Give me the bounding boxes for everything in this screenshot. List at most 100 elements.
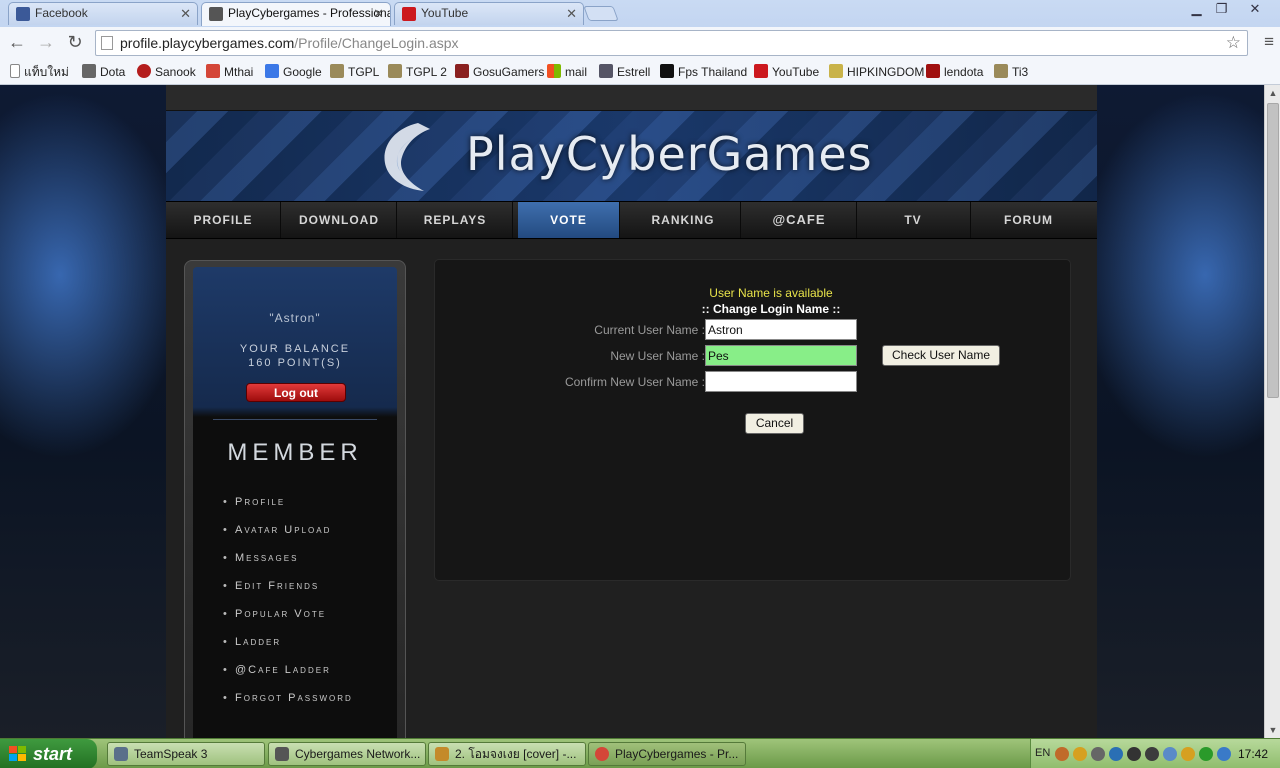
document-icon — [435, 747, 449, 761]
hipkingdom-icon — [829, 64, 843, 78]
task-playcybergames[interactable]: PlayCybergames - Pr... — [588, 742, 746, 766]
bookmark-hipkingdom[interactable]: HIPKINGDOM — [829, 63, 924, 81]
tray-app-icon[interactable] — [1073, 747, 1087, 761]
bookmark-youtube[interactable]: YouTube — [754, 63, 819, 81]
close-icon[interactable]: ✕ — [566, 3, 577, 24]
reload-icon[interactable]: ↻ — [63, 31, 87, 55]
bookmark-google[interactable]: Google — [265, 63, 322, 81]
new-username-label: New User Name : — [610, 349, 705, 363]
scroll-down-icon[interactable]: ▼ — [1265, 722, 1280, 738]
nav-ranking[interactable]: RANKING — [626, 202, 741, 238]
task-cover[interactable]: 2. โอมจงเงย [cover] -... — [428, 742, 586, 766]
start-label: start — [33, 744, 73, 764]
sidebar-item-avatar-upload[interactable]: Avatar Upload — [223, 523, 393, 551]
sidebar-section-title: MEMBER — [227, 439, 363, 466]
tray-update-icon[interactable] — [1217, 747, 1231, 761]
tgpl-icon — [388, 64, 402, 78]
close-icon[interactable]: ✕ — [180, 3, 191, 24]
nav-tv[interactable]: TV — [856, 202, 971, 238]
forward-icon[interactable]: → — [34, 31, 58, 55]
nav-download[interactable]: DOWNLOAD — [282, 202, 397, 238]
bookmark-mthai[interactable]: Mthai — [206, 63, 253, 81]
sidebar-item-ladder[interactable]: Ladder — [223, 635, 393, 663]
tray-info-icon[interactable] — [1199, 747, 1213, 761]
bookmark-dota[interactable]: Dota — [82, 63, 125, 81]
nav-cafe[interactable]: @CAFE — [742, 202, 857, 238]
start-button[interactable]: start — [0, 739, 97, 768]
site-container: PlayCyberGames PROFILE DOWNLOAD REPLAYS … — [166, 85, 1097, 738]
tray-app2-icon[interactable] — [1181, 747, 1195, 761]
scroll-up-icon[interactable]: ▲ — [1265, 85, 1280, 101]
facebook-icon — [16, 7, 30, 21]
fps-icon — [660, 64, 674, 78]
sidebar-item-popular-vote[interactable]: Popular Vote — [223, 607, 393, 635]
bookmark-lendota[interactable]: lendota — [926, 63, 983, 81]
tray-steam-icon[interactable] — [1127, 747, 1141, 761]
youtube-icon — [754, 64, 768, 78]
google-icon — [265, 64, 279, 78]
check-username-button[interactable]: Check User Name — [882, 345, 1000, 366]
logout-button[interactable]: Log out — [246, 383, 346, 402]
address-bar[interactable]: profile.playcybergames.com/Profile/Chang… — [95, 30, 1248, 56]
tray-monitor-icon[interactable] — [1163, 747, 1177, 761]
nav-forum[interactable]: FORUM — [971, 202, 1086, 238]
page-icon — [10, 64, 20, 78]
tab-playcybergames[interactable]: PlayCybergames - Professional ✕ — [201, 2, 391, 26]
tray-network-icon[interactable] — [1109, 747, 1123, 761]
current-username-field[interactable] — [705, 319, 857, 340]
bookmark-new-tab[interactable]: แท็บใหม่ — [10, 63, 69, 81]
taskbar: start TeamSpeak 3 Cybergames Network... … — [0, 738, 1280, 768]
bookmark-gosugamers[interactable]: GosuGamers — [455, 63, 544, 81]
nav-profile[interactable]: PROFILE — [166, 202, 281, 238]
bookmark-tgpl-2[interactable]: TGPL 2 — [388, 63, 447, 81]
gmail-icon — [206, 64, 220, 78]
page-scrollbar[interactable]: ▲ ▼ — [1264, 85, 1280, 738]
task-teamspeak[interactable]: TeamSpeak 3 — [107, 742, 265, 766]
back-icon[interactable]: ← — [5, 31, 29, 55]
bookmark-mail[interactable]: mail — [547, 63, 587, 81]
sidebar-item-messages[interactable]: Messages — [223, 551, 393, 579]
availability-message: User Name is available — [709, 286, 833, 300]
page-icon — [101, 36, 113, 50]
bookmark-ti3[interactable]: Ti3 — [994, 63, 1028, 81]
language-indicator[interactable]: EN — [1035, 747, 1050, 759]
cybergames-icon — [82, 64, 96, 78]
tab-facebook[interactable]: Facebook ✕ — [8, 2, 198, 25]
confirm-username-label: Confirm New User Name : — [564, 375, 705, 389]
menu-icon[interactable]: ≡ — [1264, 32, 1274, 52]
tab-title: YouTube — [421, 6, 469, 20]
lendota-icon — [926, 64, 940, 78]
chrome-icon — [595, 747, 609, 761]
tab-youtube[interactable]: YouTube ✕ — [394, 2, 584, 25]
cancel-button[interactable]: Cancel — [745, 413, 804, 434]
tray-cybergames-icon[interactable] — [1091, 747, 1105, 761]
sidebar-item-forgot-password[interactable]: Forgot Password — [223, 691, 393, 719]
logo-icon — [384, 123, 430, 191]
nav-vote[interactable]: VOTE — [518, 202, 620, 238]
scroll-thumb[interactable] — [1267, 103, 1279, 398]
sidebar-item-cafe-ladder[interactable]: @Cafe Ladder — [223, 663, 393, 691]
new-username-field[interactable] — [705, 345, 857, 366]
bookmark-star-icon[interactable]: ☆ — [1226, 31, 1241, 55]
confirm-username-field[interactable] — [705, 371, 857, 392]
window-close-icon[interactable]: ✕ — [1240, 0, 1270, 18]
sidebar-item-edit-friends[interactable]: Edit Friends — [223, 579, 393, 607]
sidebar-item-profile[interactable]: Profile — [223, 495, 393, 523]
bookmark-sanook[interactable]: Sanook — [137, 63, 196, 81]
site-top-bar — [166, 85, 1097, 111]
sidebar-panel: "Astron" Your Balance 160 Point(s) Log o… — [193, 267, 397, 738]
restore-icon[interactable]: ❐ — [1208, 0, 1235, 18]
bookmark-estrell[interactable]: Estrell — [599, 63, 650, 81]
nav-replays[interactable]: REPLAYS — [398, 202, 513, 238]
current-username-label: Current User Name : — [594, 323, 705, 337]
bookmark-tgpl[interactable]: TGPL — [330, 63, 379, 81]
close-icon[interactable]: ✕ — [373, 3, 384, 24]
minimize-icon[interactable]: ▁ — [1183, 0, 1210, 18]
bookmark-fps-thailand[interactable]: Fps Thailand — [660, 63, 747, 81]
tray-arrow-icon[interactable] — [1055, 747, 1069, 761]
new-tab-button[interactable] — [583, 6, 619, 21]
site-nav: PROFILE DOWNLOAD REPLAYS VOTE RANKING @C… — [166, 201, 1097, 239]
task-cybergames-network[interactable]: Cybergames Network... — [268, 742, 426, 766]
balance-label: Your Balance — [239, 343, 351, 355]
tray-user-icon[interactable] — [1145, 747, 1159, 761]
